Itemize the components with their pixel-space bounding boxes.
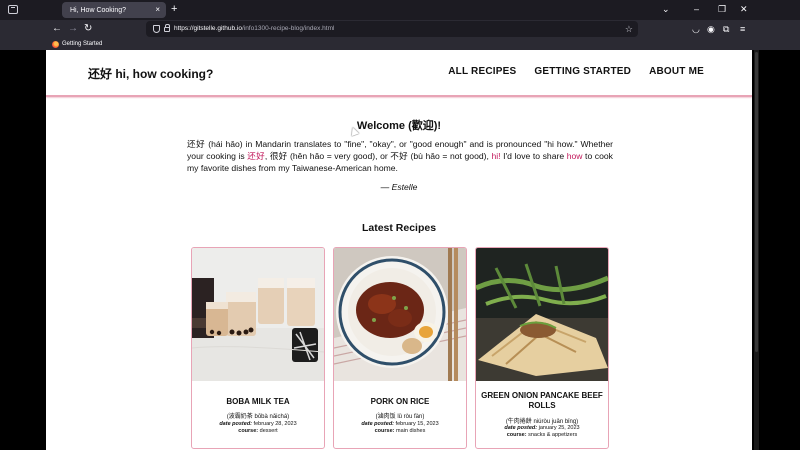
close-icon[interactable]: ✕ [740, 3, 748, 15]
recipe-date: date posted: february 28, 2023 [196, 421, 320, 428]
star-icon[interactable]: ☆ [625, 22, 633, 36]
recipe-date: date posted: january 25, 2023 [480, 425, 604, 432]
boba-milk-tea-photo [192, 248, 324, 381]
window-icon[interactable] [8, 5, 18, 14]
menu-icon[interactable]: ≡ [740, 23, 745, 35]
minimize-icon[interactable]: – [694, 3, 699, 15]
intro-text-3: I'd love to share [500, 151, 567, 161]
scrollbar-thumb[interactable] [755, 52, 758, 352]
tab-title: Hi, How Cooking? [70, 6, 127, 14]
recipe-title[interactable]: GREEN ONION PANCAKE BEEF ROLLS [480, 391, 604, 411]
extensions-icon[interactable]: ⧉ [723, 23, 729, 35]
maximize-icon[interactable]: ❐ [718, 3, 726, 15]
back-icon[interactable]: ← [52, 22, 62, 36]
web-page: 还好 hi, how cooking? ALL RECIPES GETTING … [46, 50, 752, 450]
green-onion-pancake-photo [476, 248, 608, 381]
recipe-subtitle: (波霸奶茶 bōbà nǎichá) [226, 414, 290, 420]
recipe-subtitle: (牛肉捲餅 niúròu juǎn bǐng) [505, 419, 579, 425]
nav-all-recipes[interactable]: ALL RECIPES [448, 66, 516, 77]
course-label: course: [238, 428, 259, 434]
recipe-card-pork-on-rice[interactable]: PORK ON RICE (滷肉饭 lǔ ròu fàn) date poste… [333, 247, 467, 449]
latest-recipes-heading: Latest Recipes [361, 222, 437, 234]
url-path: /info1300-recipe-blog/index.html [241, 25, 335, 32]
signature: — Estelle [380, 182, 418, 192]
recipe-title[interactable]: BOBA MILK TEA [196, 397, 320, 407]
chevron-down-icon[interactable]: ⌄ [662, 3, 670, 15]
bookmarks-bar: Getting Started [0, 38, 800, 50]
recipe-date: date posted: february 15, 2023 [338, 421, 462, 428]
intro-highlight-hi: hi! [491, 151, 501, 161]
browser-toolbar: ← → ↻ https://gitstelle.github.io/info13… [0, 20, 800, 38]
date-value: february 28, 2023 [253, 421, 297, 427]
url-text[interactable]: https://gitstelle.github.io/info1300-rec… [174, 21, 334, 37]
recipe-subtitle: (滷肉饭 lǔ ròu fàn) [375, 414, 425, 420]
date-value: january 25, 2023 [538, 425, 580, 431]
welcome-heading: Welcome (歡迎)! [356, 120, 442, 132]
pork-on-rice-photo [334, 248, 466, 381]
account-icon[interactable]: ◉ [707, 23, 715, 35]
url-host: https://gitstelle.github.io [174, 25, 242, 32]
left-gutter [0, 50, 46, 450]
recipe-card-boba-milk-tea[interactable]: BOBA MILK TEA (波霸奶茶 bōbà nǎichá) date po… [191, 247, 325, 449]
course-value: main dishes [396, 428, 426, 434]
browser-tab[interactable]: Hi, How Cooking? × [62, 2, 166, 18]
bookmark-label: Getting Started [62, 41, 103, 47]
reload-icon[interactable]: ↻ [84, 22, 92, 36]
intro-text-2: , 很好 (hěn hǎo = very good), or 不好 (bù hǎ… [264, 151, 492, 161]
nav-getting-started[interactable]: GETTING STARTED [534, 66, 631, 77]
intro-highlight-how: how [566, 151, 583, 161]
forward-icon[interactable]: → [68, 22, 78, 36]
intro-highlight-haihao: 还好 [247, 151, 265, 161]
course-value: snacks & appetizers [528, 432, 578, 438]
bookmark-getting-started[interactable]: Getting Started [52, 38, 102, 50]
date-label: date posted: [504, 425, 538, 431]
recipe-title[interactable]: PORK ON RICE [338, 397, 462, 407]
course-label: course: [374, 428, 395, 434]
new-tab-button[interactable]: + [171, 3, 177, 15]
site-header: 还好 hi, how cooking? ALL RECIPES GETTING … [46, 50, 752, 97]
url-bar[interactable]: https://gitstelle.github.io/info1300-rec… [146, 21, 638, 37]
pocket-icon[interactable]: ◡ [692, 23, 700, 35]
nav-about-me[interactable]: ABOUT ME [649, 66, 704, 77]
lock-icon[interactable] [164, 24, 170, 32]
firefox-icon [52, 40, 59, 48]
date-value: february 15, 2023 [395, 421, 439, 427]
recipe-course: course: main dishes [338, 428, 462, 435]
course-label: course: [506, 432, 527, 438]
date-label: date posted: [219, 421, 253, 427]
site-brand[interactable]: 还好 hi, how cooking? [88, 65, 213, 82]
date-label: date posted: [361, 421, 395, 427]
right-gutter [752, 50, 800, 450]
intro-paragraph: 还好 (hái hǎo) in Mandarin translates to "… [187, 138, 613, 174]
recipe-course: course: snacks & appetizers [480, 432, 604, 439]
site-nav: ALL RECIPES GETTING STARTED ABOUT ME [448, 66, 704, 77]
shield-icon[interactable] [153, 25, 160, 33]
browser-tab-bar: Hi, How Cooking? × + ⌄ – ❐ ✕ [0, 0, 800, 20]
recipe-card-green-onion-pancake-beef-rolls[interactable]: GREEN ONION PANCAKE BEEF ROLLS (牛肉捲餅 niú… [475, 247, 609, 449]
recipe-course: course: dessert [196, 428, 320, 435]
course-value: dessert [259, 428, 278, 434]
close-icon[interactable]: × [155, 5, 160, 15]
